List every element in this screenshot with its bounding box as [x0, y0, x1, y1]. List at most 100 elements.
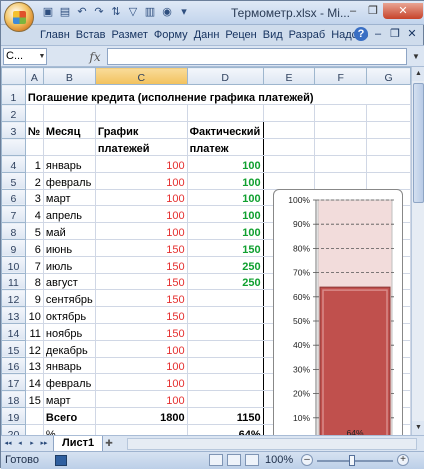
cell-schedule[interactable]: 100	[94, 390, 188, 408]
minimize-button[interactable]: –	[343, 3, 363, 19]
cell[interactable]	[262, 104, 316, 122]
cell-month[interactable]: декабрь	[42, 339, 96, 358]
cell-no[interactable]: 5	[24, 222, 44, 240]
column-header-d[interactable]: D	[186, 67, 264, 85]
undo-icon[interactable]: ↶	[75, 5, 89, 19]
tab-view[interactable]: Вид	[260, 25, 286, 45]
row-header[interactable]	[1, 138, 26, 156]
row-header[interactable]: 14	[1, 322, 26, 341]
row-header[interactable]: 3	[1, 121, 26, 139]
cell[interactable]	[24, 138, 44, 156]
cell-month[interactable]: март	[42, 390, 96, 408]
cell-actual[interactable]	[186, 339, 264, 358]
row-header[interactable]: 9	[1, 238, 26, 257]
tab-formulas[interactable]: Форму	[151, 25, 191, 45]
cell-month[interactable]: май	[42, 222, 96, 240]
restore-button[interactable]: ❐	[363, 3, 383, 19]
cell[interactable]	[24, 104, 44, 122]
cell[interactable]	[314, 121, 368, 139]
cell[interactable]	[262, 138, 316, 156]
pct-value[interactable]: 64%	[186, 423, 264, 435]
cell[interactable]	[94, 423, 188, 435]
cell-schedule[interactable]: 150	[94, 322, 188, 341]
cell-no[interactable]: 14	[24, 373, 44, 392]
cell-schedule[interactable]: 100	[94, 205, 188, 224]
next-sheet-icon[interactable]: ▸	[27, 437, 37, 450]
cell-schedule[interactable]: 100	[94, 339, 188, 358]
cell[interactable]	[366, 138, 411, 156]
ribbon-restore-button[interactable]: ❐	[388, 26, 402, 42]
cell-month[interactable]: февраль	[42, 171, 96, 190]
cell-actual[interactable]	[186, 373, 264, 392]
cell-month[interactable]: ноябрь	[42, 322, 96, 341]
header-actual[interactable]: Фактический	[186, 121, 264, 139]
cell[interactable]	[262, 171, 316, 190]
row-header[interactable]: 12	[1, 289, 26, 308]
save-icon[interactable]: ▣	[41, 5, 55, 19]
row-header[interactable]: 1	[1, 84, 26, 105]
cell-schedule[interactable]: 100	[94, 171, 188, 190]
row-header[interactable]: 4	[1, 155, 26, 173]
column-header-e[interactable]: E	[262, 67, 316, 85]
header-actual-line2[interactable]: платеж	[186, 138, 264, 156]
cell-actual[interactable]: 100	[186, 188, 264, 207]
row-header[interactable]: 10	[1, 255, 26, 274]
scroll-down-icon[interactable]: ▼	[412, 421, 424, 435]
dropdown-icon[interactable]: ▾	[177, 5, 191, 19]
select-all-corner[interactable]	[1, 67, 26, 85]
cell-month[interactable]: март	[42, 188, 96, 207]
cell-schedule[interactable]: 150	[94, 306, 188, 324]
cell-no[interactable]: 11	[24, 322, 44, 341]
cell-no[interactable]: 10	[24, 306, 44, 324]
cell-schedule[interactable]: 150	[94, 289, 188, 308]
cell-month[interactable]: октябрь	[42, 306, 96, 324]
cell-actual[interactable]: 100	[186, 205, 264, 224]
row-header[interactable]: 13	[1, 306, 26, 324]
row-header[interactable]: 11	[1, 272, 26, 291]
cell-schedule[interactable]: 100	[94, 188, 188, 207]
office-button[interactable]	[4, 2, 34, 32]
cell[interactable]	[94, 104, 188, 122]
cell[interactable]	[42, 104, 96, 122]
cell-schedule[interactable]: 150	[94, 255, 188, 274]
chart-icon[interactable]: ▥	[143, 5, 157, 19]
close-button[interactable]: ✕	[383, 3, 423, 19]
row-header[interactable]: 8	[1, 222, 26, 240]
header-no[interactable]: №	[24, 121, 44, 139]
cell-actual[interactable]: 100	[186, 222, 264, 240]
insert-function-icon[interactable]: fx	[87, 49, 103, 65]
horizontal-scrollbar[interactable]	[127, 438, 417, 450]
row-header[interactable]: 2	[1, 104, 26, 122]
cell-no[interactable]: 3	[24, 188, 44, 207]
cell-no[interactable]: 13	[24, 356, 44, 375]
cell-no[interactable]: 7	[24, 255, 44, 274]
tab-data[interactable]: Данн	[191, 25, 223, 45]
cell-schedule[interactable]: 100	[94, 356, 188, 375]
ribbon-close-button[interactable]: ✕	[405, 26, 419, 42]
macro-record-icon[interactable]	[55, 455, 67, 466]
column-header-g[interactable]: G	[366, 67, 411, 85]
cell-schedule[interactable]: 150	[94, 272, 188, 291]
page-break-view-icon[interactable]	[245, 454, 259, 466]
cell-no[interactable]: 9	[24, 289, 44, 308]
tab-page-layout[interactable]: Размет	[109, 25, 151, 45]
cell[interactable]	[314, 138, 368, 156]
header-month[interactable]: Месяц	[42, 121, 96, 139]
row-header[interactable]: 15	[1, 339, 26, 358]
column-header-f[interactable]: F	[314, 67, 368, 85]
normal-view-icon[interactable]	[209, 454, 223, 466]
cell-actual[interactable]	[186, 306, 264, 324]
cell[interactable]	[314, 171, 368, 190]
row-header[interactable]: 20	[1, 423, 26, 435]
cell-actual[interactable]: 250	[186, 255, 264, 274]
total-label[interactable]: Всего	[42, 406, 96, 425]
column-header-c[interactable]: C	[94, 67, 188, 85]
cell[interactable]	[24, 406, 44, 425]
row-header[interactable]: 18	[1, 390, 26, 408]
sheet-title[interactable]: Погашение кредита (исполнение графика пл…	[24, 84, 411, 105]
insert-sheet-icon[interactable]: ✚	[101, 437, 117, 450]
tab-sheet1[interactable]: Лист1	[53, 436, 104, 452]
zoom-level[interactable]: 100%	[265, 454, 293, 466]
cell-actual[interactable]: 100	[186, 171, 264, 190]
cell-month[interactable]: январь	[42, 155, 96, 173]
